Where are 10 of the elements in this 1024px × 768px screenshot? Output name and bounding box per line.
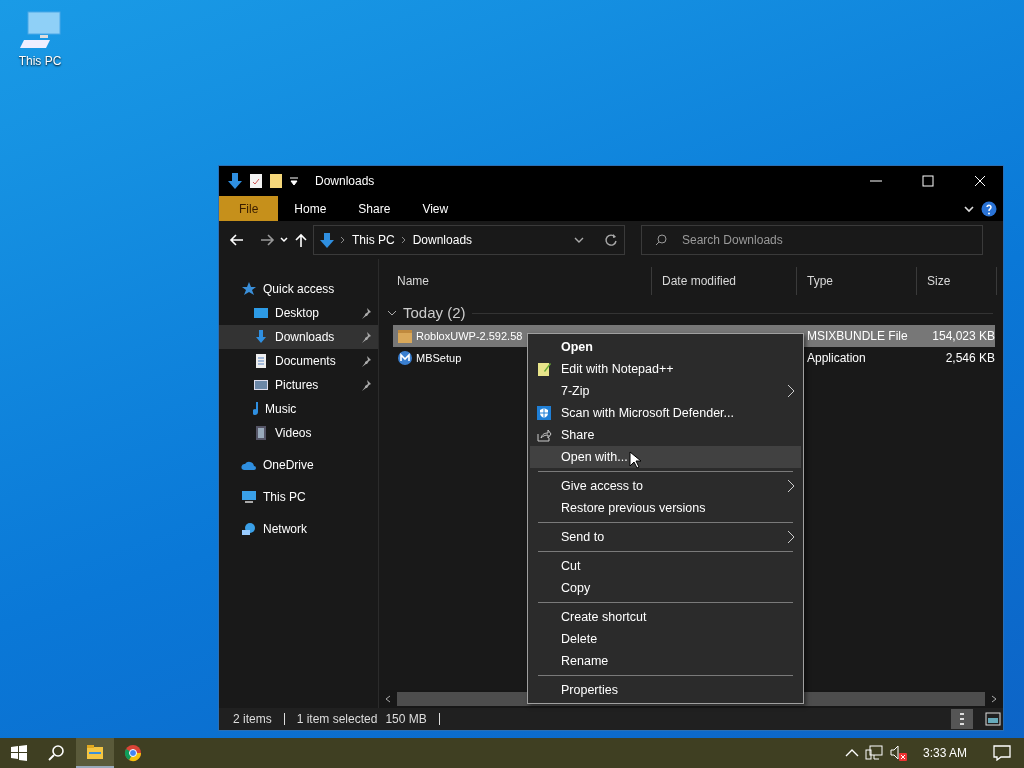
selection-size: 150 MB (385, 711, 427, 728)
file-size: 2,546 KB (944, 350, 995, 367)
file-name: MBSetup (416, 350, 462, 366)
file-type: MSIXBUNDLE File (806, 328, 909, 345)
file-type: Application (806, 350, 867, 367)
selection-count: 1 item selected (296, 711, 378, 728)
file-name: RobloxUWP-2.592.58 (416, 328, 523, 344)
file-size: 154,023 KB (931, 328, 995, 345)
item-count: 2 items (233, 711, 272, 728)
window-title: Downloads (315, 173, 375, 190)
